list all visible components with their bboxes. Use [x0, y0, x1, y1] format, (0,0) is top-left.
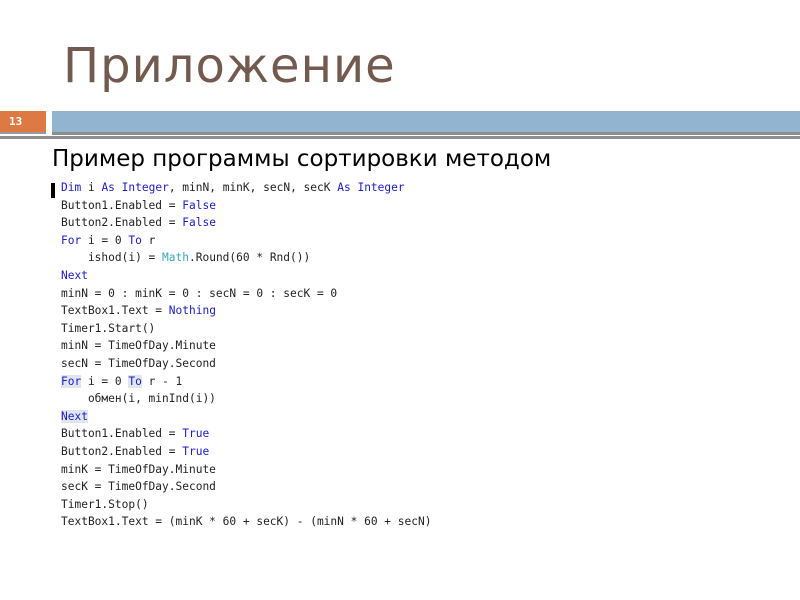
code-line: secK = TimeOfDay.Second [61, 478, 431, 496]
code-text: ishod(i) = [61, 251, 163, 265]
bullet-marker [51, 183, 55, 198]
code-keyword: Integer [121, 181, 169, 194]
code-text: secK = TimeOfDay.Second [61, 480, 216, 494]
code-keyword: To [128, 374, 142, 388]
code-line: Button2.Enabled = False [61, 214, 431, 232]
code-line: Button1.Enabled = False [61, 197, 431, 215]
code-keyword: As [101, 181, 115, 194]
code-keyword: To [128, 233, 142, 247]
code-keyword: True [182, 427, 210, 441]
code-text: Button1.Enabled = [61, 427, 183, 441]
code-keyword: Next [61, 409, 88, 423]
code-text: minN = TimeOfDay.Minute [61, 339, 216, 353]
header-rule-top [52, 132, 800, 135]
code-keyword: For [61, 233, 82, 247]
code-line: Dim i As Integer, minN, minK, secN, secK… [61, 179, 431, 197]
code-text: TextBox1.Text = (minK * 60 + secK) - (mi… [61, 515, 432, 529]
code-text: r [141, 233, 156, 247]
code-line: secN = TimeOfDay.Second [61, 355, 431, 373]
code-keyword: Next [61, 268, 88, 282]
code-line: Button1.Enabled = True [61, 425, 431, 443]
code-text: r - 1 [141, 374, 183, 388]
header-rule-bottom [0, 136, 800, 139]
code-text: Button1.Enabled = [61, 198, 183, 212]
code-text: , minN, minK, secN, secK [168, 181, 338, 194]
code-text: Button2.Enabled = [61, 444, 183, 458]
code-line: For i = 0 To r - 1 [61, 373, 431, 391]
header-bar [52, 111, 800, 132]
code-text: обмен(i, minInd(i)) [61, 392, 216, 406]
code-line: minN = TimeOfDay.Minute [61, 337, 431, 355]
code-text: .Round(60 * Rnd()) [189, 251, 311, 265]
slide-heading: Пример программы сортировки методом [52, 146, 552, 172]
code-text: i = 0 [81, 374, 129, 388]
slide-number-underline [0, 132, 46, 134]
code-keyword: False [182, 216, 216, 230]
code-text: i [81, 181, 102, 194]
code-keyword: Nothing [168, 304, 216, 318]
code-keyword: Integer [357, 181, 405, 194]
code-type: Math [162, 251, 189, 265]
code-line: Next [61, 267, 431, 285]
code-line: TextBox1.Text = (minK * 60 + secK) - (mi… [61, 513, 431, 531]
code-keyword: True [182, 444, 210, 458]
code-keyword: False [182, 198, 216, 212]
code-line: minN = 0 : minK = 0 : secN = 0 : secK = … [61, 285, 431, 303]
code-text: minN = 0 : minK = 0 : secN = 0 : secK = … [61, 286, 338, 300]
code-text: Timer1.Start() [61, 321, 156, 335]
code-text: minK = TimeOfDay.Minute [61, 462, 216, 476]
code-text: i = 0 [81, 233, 129, 247]
code-text: Button2.Enabled = [61, 216, 183, 230]
code-block: Dim i As Integer, minN, minK, secN, secK… [61, 179, 431, 531]
code-line: ishod(i) = Math.Round(60 * Rnd()) [61, 249, 431, 267]
code-text: TextBox1.Text = [61, 304, 169, 318]
code-text: secN = TimeOfDay.Second [61, 356, 216, 370]
slide-title: Приложение [63, 38, 396, 94]
code-line: Timer1.Stop() [61, 496, 431, 514]
code-line: Timer1.Start() [61, 320, 431, 338]
code-line: Button2.Enabled = True [61, 443, 431, 461]
code-text: Timer1.Stop() [61, 497, 149, 511]
code-line: For i = 0 To r [61, 232, 431, 250]
code-line: Next [61, 408, 431, 426]
slide-number-badge: 13 [0, 111, 46, 132]
code-line: обмен(i, minInd(i)) [61, 390, 431, 408]
code-keyword: Dim [61, 181, 82, 194]
code-line: TextBox1.Text = Nothing [61, 302, 431, 320]
code-keyword: For [61, 374, 82, 388]
code-line: minK = TimeOfDay.Minute [61, 461, 431, 479]
code-keyword: As [337, 181, 351, 194]
